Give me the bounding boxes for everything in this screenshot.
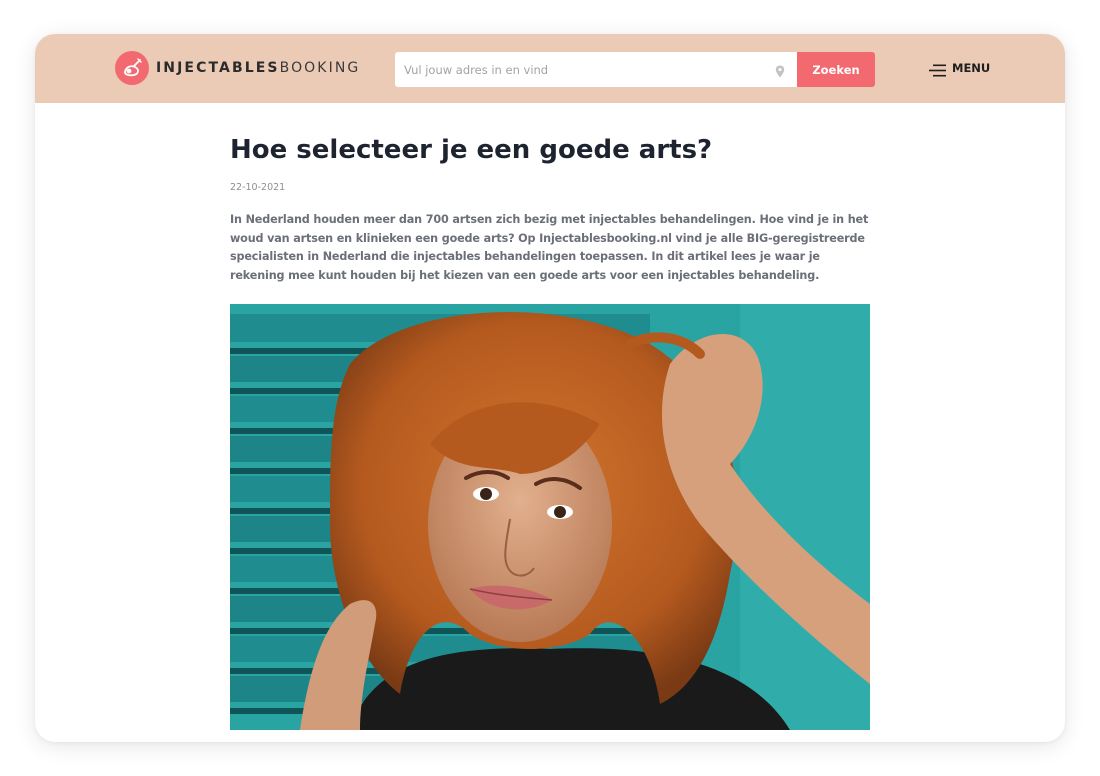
logo-brand-light: BOOKING [279, 60, 361, 76]
article-intro: In Nederland houden meer dan 700 artsen … [230, 213, 869, 282]
menu-label: MENU [952, 61, 991, 75]
page-card: INJECTABLESBOOKING Zoeken MENU Hoe selec… [35, 34, 1065, 742]
hamburger-menu-icon [929, 62, 946, 76]
article-hero-image [230, 304, 870, 730]
map-pin-icon [775, 63, 785, 78]
injectables-logo-icon [115, 51, 149, 85]
menu-button[interactable]: MENU [929, 58, 990, 78]
site-logo-text: INJECTABLESBOOKING [156, 60, 360, 76]
site-logo[interactable]: INJECTABLESBOOKING [115, 51, 360, 85]
site-header: INJECTABLESBOOKING Zoeken MENU [35, 34, 1065, 103]
address-search-input[interactable] [395, 52, 797, 87]
search-button[interactable]: Zoeken [797, 52, 875, 87]
logo-brand-bold: INJECTABLES [156, 60, 280, 76]
article-date: 22-10-2021 [230, 182, 286, 193]
article-title: Hoe selecteer je een goede arts? [230, 135, 713, 165]
